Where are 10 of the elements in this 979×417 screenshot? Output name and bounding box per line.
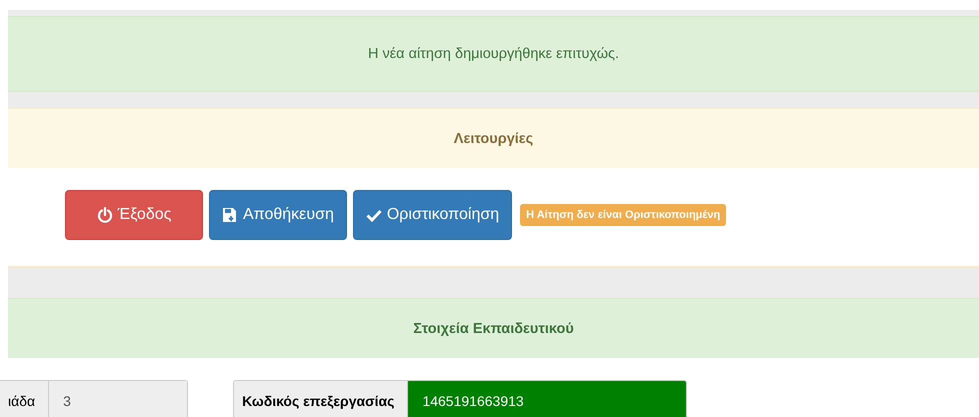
panel-title: Λειτουργίες xyxy=(454,130,534,146)
action-button[interactable]: Έξοδος xyxy=(65,190,203,240)
action-button[interactable]: Οριστικοποίηση xyxy=(352,190,512,240)
power-icon xyxy=(96,207,113,223)
alert-message: Η νέα αίτηση δημιουργήθηκε επιτυχώς. xyxy=(368,46,620,62)
action-button[interactable]: Αποθήκευση xyxy=(209,190,347,240)
status-badge: Η Αίτηση δεν είναι Οριστικοποιημένη xyxy=(520,204,726,226)
panel-title: Στοιχεία Εκπαιδευτικού xyxy=(413,320,574,336)
checkmark-icon xyxy=(366,207,382,223)
save-icon xyxy=(222,207,238,223)
